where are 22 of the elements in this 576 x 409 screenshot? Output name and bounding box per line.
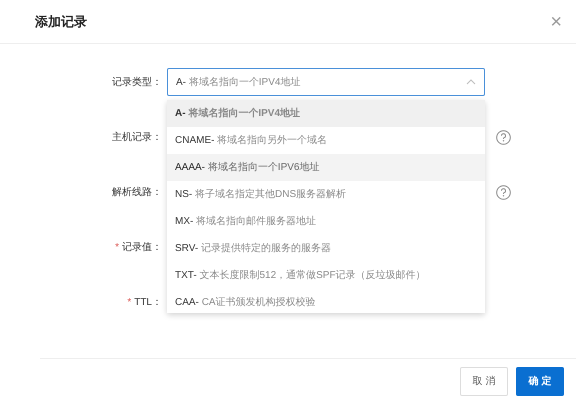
dropdown-option[interactable]: AAAA- 将域名指向一个IPV6地址 <box>167 154 485 181</box>
dropdown-option[interactable]: CAA- CA证书颁发机构授权校验 <box>167 289 485 313</box>
dropdown-option[interactable]: SRV- 记录提供特定的服务的服务器 <box>167 235 485 262</box>
field-label: 主机记录： <box>112 130 162 145</box>
field-label: 解析线路： <box>112 186 162 200</box>
field-label: 记录类型： <box>111 76 162 90</box>
help-icon[interactable] <box>496 185 511 200</box>
dropdown-option[interactable]: CNAME- 将域名指向另外一个域名 <box>167 127 485 154</box>
field-label: 记录值： <box>122 241 162 255</box>
confirm-button[interactable]: 确 定 <box>516 367 564 396</box>
dropdown-option[interactable]: NS- 将子域名指定其他DNS服务器解析 <box>167 181 485 208</box>
chevron-up-icon <box>466 79 476 85</box>
field-label: TTL： <box>134 296 162 310</box>
dropdown-option[interactable]: A- 将域名指向一个IPV4地址 <box>167 100 485 127</box>
cancel-button[interactable]: 取 消 <box>460 367 508 396</box>
help-icon[interactable] <box>496 130 511 145</box>
dialog-title: 添加记录 <box>35 12 87 31</box>
dropdown-option[interactable]: TXT- 文本长度限制512，通常做SPF记录（反垃圾邮件） <box>167 262 485 289</box>
required-mark: * <box>127 296 132 310</box>
required-mark: * <box>115 241 119 255</box>
dropdown-option[interactable]: MX- 将域名指向邮件服务器地址 <box>167 208 485 235</box>
record-type-select[interactable]: A- 将域名指向一个IPV4地址 <box>167 68 485 96</box>
